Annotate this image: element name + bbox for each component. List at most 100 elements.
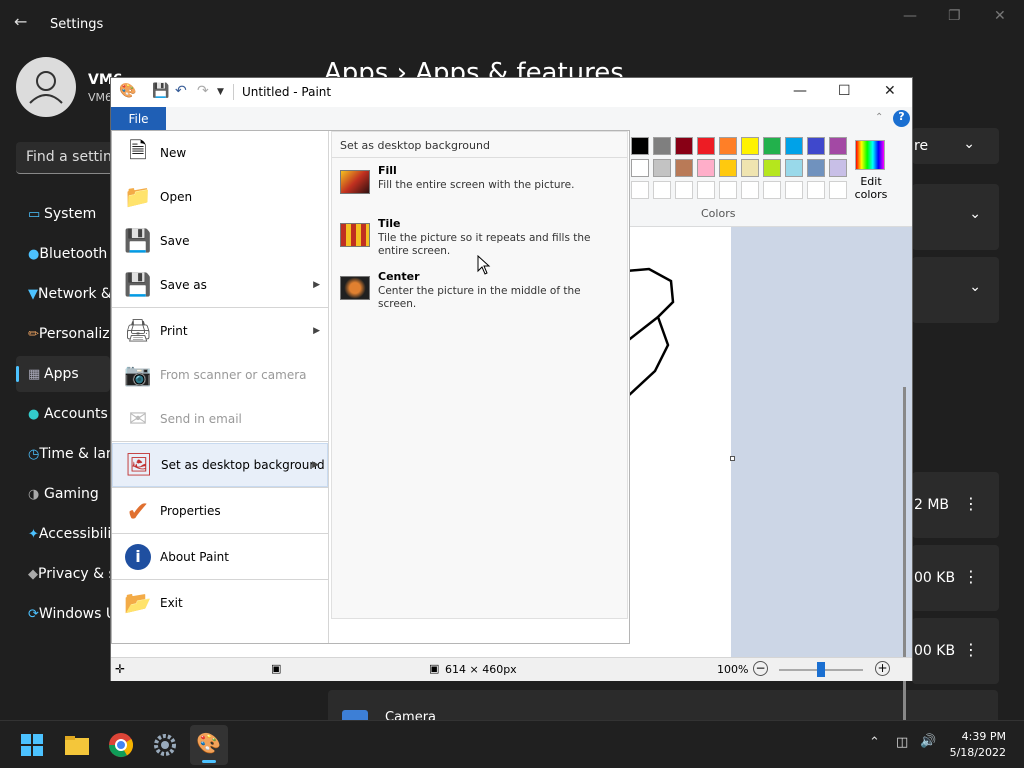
- color-swatch[interactable]: [807, 159, 825, 177]
- menu-item-save-as[interactable]: 💾 Save as ▶: [112, 263, 328, 307]
- paint-app-icon: 🎨: [196, 731, 221, 755]
- undo-icon[interactable]: ↶: [175, 83, 187, 99]
- color-swatch[interactable]: [719, 137, 737, 155]
- redo-icon[interactable]: ↷: [197, 83, 209, 99]
- more-options-icon[interactable]: ⋮: [963, 567, 979, 586]
- save-icon[interactable]: 💾: [152, 83, 169, 99]
- expandable-card[interactable]: ⌄: [912, 184, 999, 250]
- chevron-down-icon: ⌄: [969, 206, 981, 222]
- nav-item-gaming[interactable]: ◑ Gaming: [16, 476, 110, 512]
- show-hidden-icons-icon[interactable]: ⌃: [869, 735, 880, 750]
- maximize-icon[interactable]: ☐: [838, 83, 851, 99]
- nav-item-system[interactable]: ▭ System: [16, 196, 110, 232]
- edit-colors-icon[interactable]: [855, 140, 885, 170]
- nav-item-bluetooth[interactable]: ●Bluetooth & devices: [16, 236, 110, 272]
- menu-item-send-email[interactable]: ✉ Send in email: [112, 397, 328, 441]
- menu-item-set-desktop-background[interactable]: 🖼 Set as desktop background ▶: [112, 443, 328, 487]
- color-swatch[interactable]: [763, 159, 781, 177]
- nav-item-personalization[interactable]: ✏Personalization: [16, 316, 110, 352]
- color-swatch[interactable]: [785, 137, 803, 155]
- color-swatch[interactable]: [807, 181, 825, 199]
- color-swatch[interactable]: [741, 181, 759, 199]
- maximize-icon[interactable]: ❐: [948, 8, 961, 24]
- paint-taskbar-button[interactable]: 🎨: [190, 725, 228, 765]
- menu-item-from-scanner[interactable]: 📷 From scanner or camera: [112, 353, 328, 397]
- volume-icon[interactable]: 🔊: [920, 734, 936, 749]
- submenu-option-fill[interactable]: Fill Fill the entire screen with the pic…: [340, 164, 625, 210]
- help-icon[interactable]: ?: [893, 110, 910, 127]
- save-icon: 💾: [124, 228, 152, 254]
- menu-item-exit[interactable]: 📂 Exit: [112, 581, 328, 625]
- nav-item-network[interactable]: ▼Network & internet: [16, 276, 110, 312]
- color-swatch[interactable]: [697, 137, 715, 155]
- minimize-icon[interactable]: —: [903, 8, 917, 24]
- nav-item-time-language[interactable]: ◷Time & language: [16, 436, 110, 472]
- color-swatch[interactable]: [829, 181, 847, 199]
- color-swatch[interactable]: [653, 137, 671, 155]
- nav-item-windows-update[interactable]: ⟳Windows Update: [16, 596, 110, 632]
- menu-item-properties[interactable]: ✔ Properties: [112, 489, 328, 533]
- collapse-ribbon-icon[interactable]: ⌃: [875, 112, 883, 123]
- menu-item-new[interactable]: 🗎 New: [112, 131, 328, 175]
- more-options-icon[interactable]: ⋮: [963, 494, 979, 513]
- network-icon[interactable]: ◫: [896, 735, 908, 750]
- start-button-icon[interactable]: [18, 731, 46, 759]
- color-swatch[interactable]: [653, 181, 671, 199]
- expandable-card[interactable]: ⌄: [912, 257, 999, 323]
- color-swatch[interactable]: [741, 137, 759, 155]
- window-title: Untitled - Paint: [242, 85, 332, 99]
- vertical-scrollbar[interactable]: [903, 387, 906, 757]
- clock-time[interactable]: 4:39 PM: [962, 730, 1006, 743]
- close-icon[interactable]: ✕: [884, 83, 896, 99]
- menu-item-save[interactable]: 💾 Save: [112, 219, 328, 263]
- search-input[interactable]: Find a setting: [16, 142, 116, 174]
- file-tab[interactable]: File: [111, 107, 166, 130]
- color-swatch[interactable]: [763, 181, 781, 199]
- more-options-icon[interactable]: ⋮: [963, 640, 979, 659]
- color-swatch[interactable]: [675, 159, 693, 177]
- color-swatch[interactable]: [719, 181, 737, 199]
- app-list-item[interactable]: 00 KB ⋮: [912, 618, 999, 684]
- color-swatch[interactable]: [719, 159, 737, 177]
- color-swatch[interactable]: [631, 181, 649, 199]
- chrome-icon[interactable]: [107, 731, 135, 759]
- app-list-item[interactable]: 2 MB ⋮: [912, 472, 999, 538]
- color-swatch[interactable]: [785, 181, 803, 199]
- color-swatch[interactable]: [675, 137, 693, 155]
- settings-gear-icon[interactable]: [151, 731, 179, 759]
- color-swatch[interactable]: [631, 159, 649, 177]
- color-swatch[interactable]: [653, 159, 671, 177]
- paint-app-icon: 🎨: [119, 83, 137, 99]
- file-explorer-icon[interactable]: [63, 731, 91, 759]
- close-icon[interactable]: ✕: [994, 8, 1006, 24]
- nav-item-privacy[interactable]: ◆Privacy & security: [16, 556, 110, 592]
- nav-item-accounts[interactable]: ● Accounts: [16, 396, 110, 432]
- menu-item-print[interactable]: 🖨 Print ▶: [112, 309, 328, 353]
- edit-colors-button[interactable]: Edit colors: [851, 175, 891, 201]
- color-swatch[interactable]: [763, 137, 781, 155]
- color-swatch[interactable]: [807, 137, 825, 155]
- color-swatch[interactable]: [741, 159, 759, 177]
- nav-item-accessibility[interactable]: ✦Accessibility: [16, 516, 110, 552]
- app-list-item[interactable]: 00 KB ⋮: [912, 545, 999, 611]
- minimize-icon[interactable]: —: [793, 83, 807, 99]
- back-arrow-icon[interactable]: ←: [14, 12, 27, 31]
- chevron-down-icon: ⌄: [963, 136, 975, 152]
- resize-handle[interactable]: [730, 456, 735, 461]
- menu-item-open[interactable]: 📁 Open: [112, 175, 328, 219]
- color-swatch[interactable]: [631, 137, 649, 155]
- color-swatch[interactable]: [697, 159, 715, 177]
- color-swatch[interactable]: [829, 137, 847, 155]
- nav-item-apps[interactable]: ▦ Apps: [16, 356, 110, 392]
- clock-date[interactable]: 5/18/2022: [950, 746, 1006, 759]
- color-swatch[interactable]: [785, 159, 803, 177]
- zoom-out-button[interactable]: −: [753, 661, 768, 676]
- sort-dropdown[interactable]: re ⌄: [912, 128, 999, 164]
- zoom-slider-thumb[interactable]: [817, 662, 825, 677]
- menu-item-about[interactable]: i About Paint: [112, 535, 328, 579]
- color-swatch[interactable]: [675, 181, 693, 199]
- color-swatch[interactable]: [829, 159, 847, 177]
- zoom-in-button[interactable]: +: [875, 661, 890, 676]
- color-swatch[interactable]: [697, 181, 715, 199]
- customize-toolbar-icon[interactable]: ▼: [217, 87, 224, 97]
